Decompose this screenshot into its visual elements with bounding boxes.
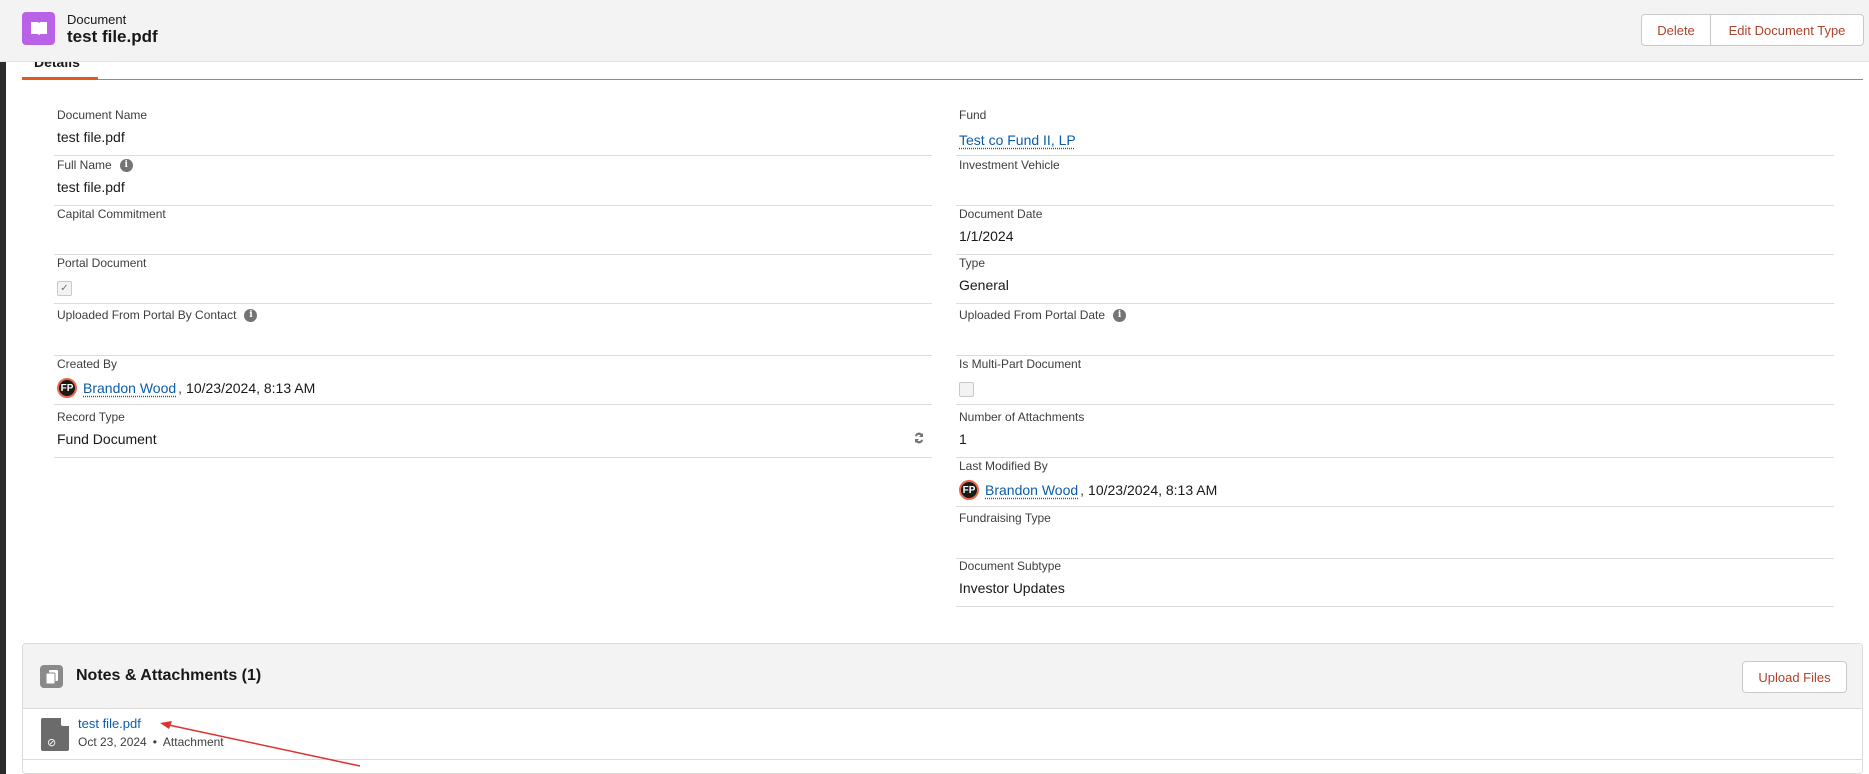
field-value: 1/1/2024 [959,228,1014,244]
field-label: Investment Vehicle [959,158,1060,172]
fund-link[interactable]: Test co Fund II, LP [959,132,1076,148]
files-icon [40,665,63,688]
field-document-subtype: Document Subtype Investor Updates [956,559,1834,607]
record-title: test file.pdf [67,27,158,46]
avatar: FP [959,480,979,500]
field-label: Created By [57,357,118,371]
field-record-type: Record Type Fund Document [54,410,932,458]
notes-card-title: Notes & Attachments (1) [76,667,262,684]
record-header: Document test file.pdf Delete Edit Docum… [0,0,1869,62]
field-created-by: Created By FP Brandon Wood , 10/23/2024,… [54,357,932,405]
delete-button[interactable]: Delete [1641,14,1711,46]
field-label: Type [959,256,986,270]
field-fund: Fund Test co Fund II, LP [956,108,1834,156]
field-value: Investor Updates [959,580,1065,596]
field-label: Capital Commitment [57,207,166,221]
field-label: Last Modified By [959,459,1048,473]
tab-divider [22,79,1863,80]
field-uploaded-by-contact: Uploaded From Portal By Contact i [54,308,932,356]
field-label: Fundraising Type [959,511,1051,525]
field-label: Portal Document [57,256,147,270]
info-icon[interactable]: i [244,308,258,322]
field-uploaded-date: Uploaded From Portal Date i [956,308,1834,356]
last-modified-date: 10/23/2024, 8:13 AM [1088,482,1218,498]
field-label: Is Multi-Part Document [959,357,1082,371]
field-value: General [959,277,1009,293]
upload-files-button[interactable]: Upload Files [1742,661,1847,693]
field-label: Uploaded From Portal Date [959,308,1106,322]
field-portal-document: Portal Document ✓ [54,256,932,304]
attachment-file-link[interactable]: test file.pdf [78,716,141,731]
field-label: Document Date [959,207,1043,221]
created-by-user-link[interactable]: Brandon Wood [83,380,176,396]
tab-active-indicator [22,77,98,80]
header-actions: Delete Edit Document Type [1641,14,1864,46]
field-value: test file.pdf [57,179,125,195]
created-by-date: 10/23/2024, 8:13 AM [186,380,316,396]
portal-document-checkbox: ✓ [57,281,72,296]
field-label: Document Name [57,108,148,122]
field-label: Full Name [57,158,112,172]
field-value: test file.pdf [57,129,125,145]
info-icon[interactable]: i [119,158,133,172]
field-last-modified-by: Last Modified By FP Brandon Wood , 10/23… [956,459,1834,507]
field-multi-part: Is Multi-Part Document [956,357,1834,405]
record-object-type: Document [67,12,127,27]
field-capital-commitment: Capital Commitment [54,207,932,255]
field-label: Record Type [57,410,125,424]
field-number-of-attachments: Number of Attachments 1 [956,410,1834,458]
field-type: Type General [956,256,1834,304]
attachment-kind: Attachment [162,735,224,749]
left-edge-bar [0,62,6,774]
last-modified-user-link[interactable]: Brandon Wood [985,482,1078,498]
info-icon[interactable]: i [1113,308,1127,322]
field-label: Uploaded From Portal By Contact [57,308,237,322]
field-value: 1 [959,431,967,447]
avatar: FP [57,378,77,398]
field-label: Number of Attachments [959,410,1085,424]
field-full-name: Full Name i test file.pdf [54,158,932,206]
multi-part-checkbox [959,382,974,397]
change-record-type-icon[interactable] [912,431,926,448]
attachment-meta: Oct 23, 2024 • Attachment [78,735,224,749]
attachment-date: Oct 23, 2024 [78,735,147,749]
field-value: Fund Document [57,431,157,447]
field-investment-vehicle: Investment Vehicle [956,158,1834,206]
field-document-name: Document Name test file.pdf [54,108,932,156]
field-label: Document Subtype [959,559,1062,573]
tab-details-label: Details [34,62,80,70]
edit-document-type-button[interactable]: Edit Document Type [1711,14,1864,46]
document-book-icon [22,12,55,45]
field-label: Fund [959,108,987,122]
notes-card-header: Notes & Attachments (1) Upload Files [23,644,1862,709]
field-fundraising-type: Fundraising Type [956,511,1834,559]
field-document-date: Document Date 1/1/2024 [956,207,1834,255]
row-divider [23,759,1862,760]
attachment-file-icon: ⊘ [41,718,69,751]
notes-attachments-card: Notes & Attachments (1) Upload Files ⊘ t… [22,643,1863,774]
